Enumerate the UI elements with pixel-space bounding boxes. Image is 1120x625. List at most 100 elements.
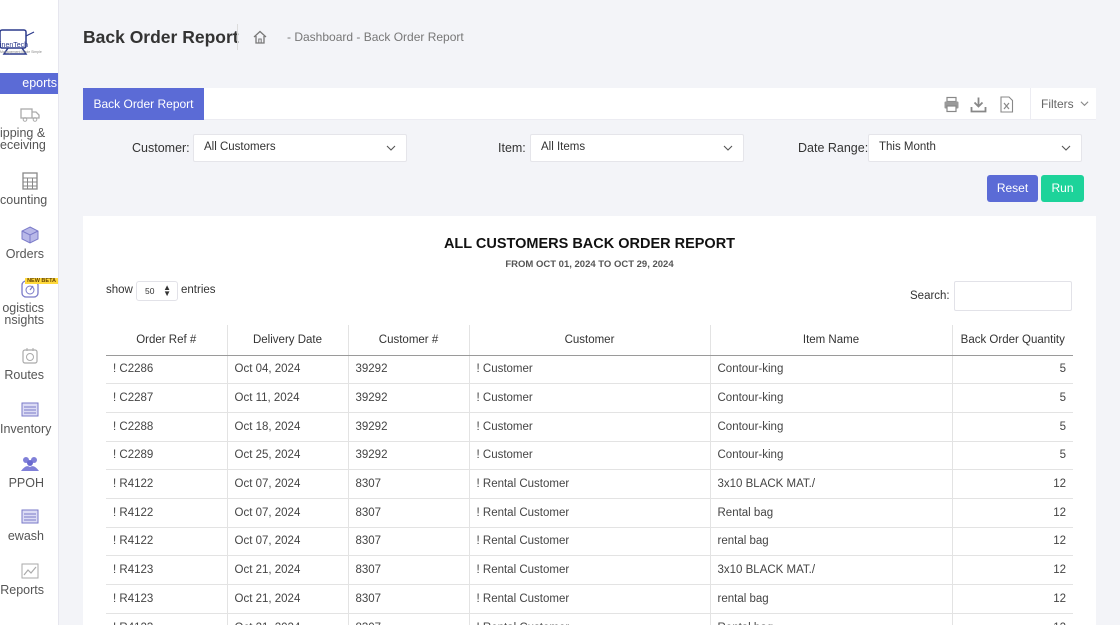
quantity-cell: 12 [952,613,1073,625]
quantity-cell: 5 [952,441,1073,471]
delivery-date-cell: Oct 18, 2024 [227,412,349,442]
customer-number-cell: 8307 [348,527,470,557]
table-row[interactable]: ! R4122 Oct 07, 2024 8307! Rental Customer… [106,469,1073,499]
home-icon[interactable] [252,29,268,45]
date-range-select-value: This Month [879,141,936,153]
order-ref-cell: ! R4122 [106,469,228,499]
sidebar-item-routes[interactable]: Routes [0,347,58,381]
order-ref-cell: ! C2286 [106,355,228,385]
customer-cell: ! Customer [469,355,711,385]
quantity-cell: 12 [952,498,1073,528]
order-ref-cell: ! R4122 [106,498,228,528]
delivery-date-cell: Oct 04, 2024 [227,355,349,385]
delivery-date-cell: Oct 21, 2024 [227,613,349,625]
sidebar-item-reports-active[interactable]: eports [0,73,58,94]
quantity-cell: 12 [952,555,1073,585]
search-input[interactable] [954,281,1072,311]
report-title: ALL CUSTOMERS BACK ORDER REPORT [443,236,736,252]
customer-cell: ! Rental Customer [469,555,711,585]
quantity-cell: 5 [952,383,1073,413]
order-ref-cell: ! C2287 [106,383,228,413]
delivery-date-cell: Oct 11, 2024 [227,383,349,413]
customer-select[interactable]: All Customers [193,134,407,162]
sidebar-item-shipping[interactable]: ipping & eceiving [0,105,58,152]
customer-number-cell: 39292 [348,441,470,471]
filter-area: Customer: All Customers Item: All Items … [83,120,1096,216]
order-ref-cell: ! R4123 [106,613,228,625]
item-name-cell: Contour-king [710,355,953,385]
sidebar-item-logistics[interactable]: NEW BETA ogistics nsights [0,278,58,327]
sidebar-item-label: Orders [5,247,44,261]
filters-button[interactable]: Filters [1041,97,1089,111]
entries-select[interactable]: 50 ▲ ▼ [136,281,178,301]
table-row[interactable]: ! R4123Oct 21, 20248307! Rental Customer… [106,613,1073,625]
report-card: Back Order Report Filters Customer: All … [83,88,1096,625]
item-name-cell: 3x10 BLACK MAT./ [710,555,953,585]
customer-cell: ! Rental Customer [469,498,711,528]
table-row[interactable]: ! R4122 Oct 07, 2024 8307! Rental Customer… [106,527,1073,557]
column-header[interactable]: Order Ref # [106,325,228,356]
download-icon[interactable] [970,96,987,113]
column-header[interactable]: Back Order Quantity [952,325,1073,356]
customer-select-value: All Customers [204,141,276,153]
sidebar-item-orders[interactable]: Orders [0,226,58,261]
tools-divider [1030,88,1031,120]
sidebar-item-label: ipping & eceiving [0,126,46,152]
customer-number-cell: 8307 [348,555,470,585]
table-header-row: Order Ref # Delivery Date Customer # Cus… [106,325,1073,356]
item-name-cell: rental bag [710,527,953,557]
delivery-date-cell: Oct 07, 2024 [227,469,349,499]
chevron-down-icon [386,145,396,151]
column-header[interactable]: Delivery Date [227,325,349,356]
chart-icon [21,563,38,579]
customer-number-cell: 8307 [348,469,470,499]
tab-back-order-report[interactable]: Back Order Report [83,88,204,120]
report-subtitle: FROM OCT 01, 2024 TO OCT 29, 2024 [505,259,674,270]
customer-label: Customer: [132,141,190,155]
entries-label: entries [181,284,216,296]
table-row[interactable]: ! C2287 Oct 11, 2024 39292! Customer Contou… [106,383,1073,413]
order-ref-cell: ! R4122 [106,527,228,557]
customer-number-cell: 8307 [348,613,470,625]
delivery-date-cell: Oct 07, 2024 [227,527,349,557]
title-divider [237,24,238,50]
logo-text: inenTech [0,42,29,49]
sidebar-item-ppoh[interactable]: PPOH [0,455,58,490]
table-row[interactable]: ! C2286 Oct 04, 2024 39292! Customer Contou… [106,355,1073,385]
order-ref-cell: ! C2289 [106,441,228,471]
quantity-cell: 5 [952,412,1073,442]
run-button[interactable]: Run [1041,175,1084,202]
sidebar-item-accounting[interactable]: counting [0,172,58,206]
sidebar-item-label: Reports [0,583,44,597]
table-row[interactable]: ! R4122 Oct 07, 2024 8307! Rental Customer… [106,498,1073,528]
sidebar-item-inventory[interactable]: Inventory [0,401,58,435]
breadcrumb[interactable]: - Dashboard - Back Order Report [287,30,464,44]
table-row[interactable]: ! R4123Oct 21, 20248307! Rental Customer… [106,584,1073,614]
item-name-cell: Contour-king [710,383,953,413]
item-name-cell: Rental bag [710,498,953,528]
column-header[interactable]: Customer # [348,325,470,356]
table-row[interactable]: ! C2288 Oct 18, 2024 39292! Customer Contou… [106,412,1073,442]
delivery-date-cell: Oct 07, 2024 [227,498,349,528]
reset-button[interactable]: Reset [987,175,1038,202]
excel-icon[interactable] [998,96,1015,113]
logo-subtitle: Management Made Simple [0,50,42,54]
table-row[interactable]: ! C2289 Oct 25, 2024 39292! Customer Contou… [106,441,1073,471]
date-range-select[interactable]: This Month [868,134,1082,162]
customer-number-cell: 8307 [348,498,470,528]
column-header[interactable]: Item Name [710,325,953,356]
chevron-down-icon [1061,145,1071,151]
print-icon[interactable] [943,96,960,113]
customer-cell: ! Rental Customer [469,469,711,499]
table-row[interactable]: ! R4123Oct 21, 20248307! Rental Customer… [106,555,1073,585]
column-header[interactable]: Customer [469,325,711,356]
customer-cell: ! Customer [469,441,711,471]
item-select[interactable]: All Items [530,134,744,162]
sidebar-item-label: ogistics nsights [2,301,44,327]
sidebar-item-rewash[interactable]: ewash [0,508,58,542]
sidebar-item-reports[interactable]: Reports [0,562,58,597]
sidebar-item-label: PPOH [8,476,44,490]
item-name-cell: 3x10 BLACK MAT./ [710,469,953,499]
date-range-label: Date Range: [798,141,869,155]
chevron-down-icon [723,145,733,151]
